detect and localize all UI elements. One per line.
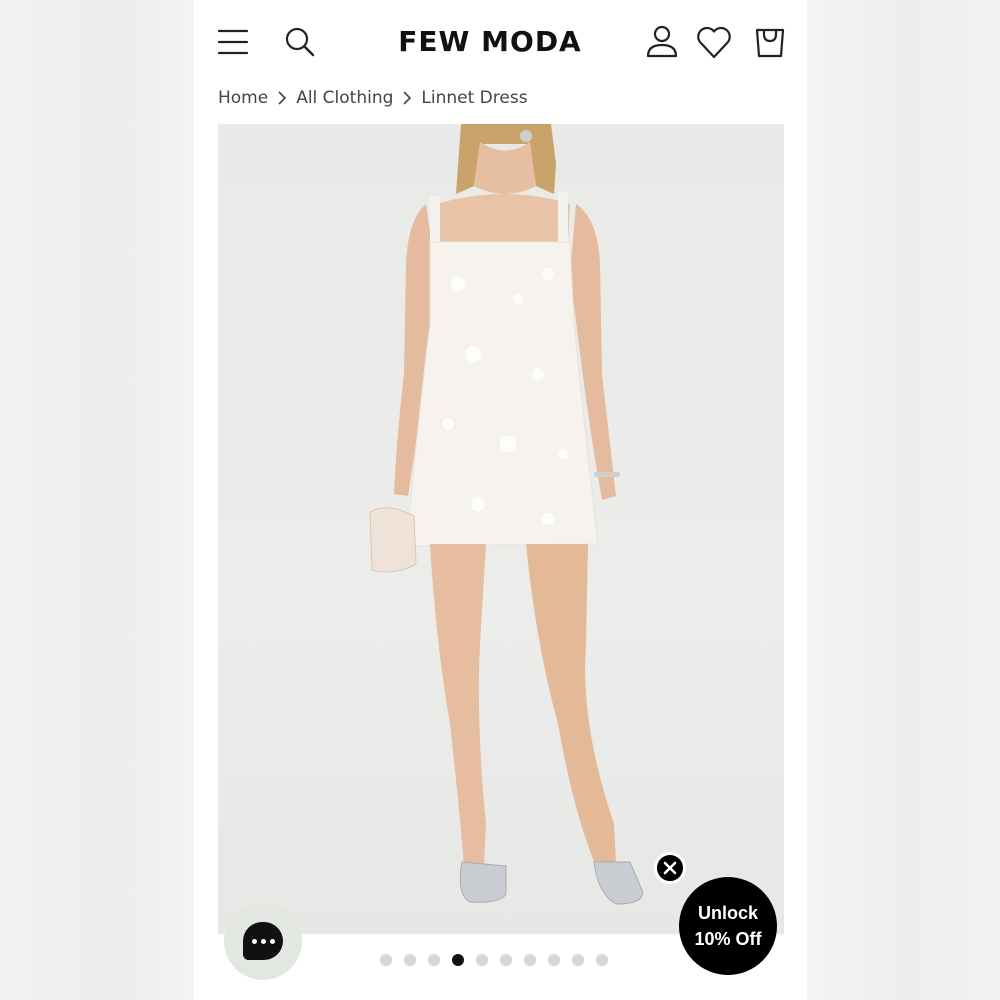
chat-bubble-icon xyxy=(243,922,283,960)
account-button[interactable] xyxy=(642,22,682,62)
product-image-gallery[interactable] xyxy=(218,124,784,934)
right-backdrop xyxy=(807,0,1000,1000)
gallery-pagination xyxy=(380,952,608,968)
gallery-dot[interactable] xyxy=(452,954,464,966)
wishlist-button[interactable] xyxy=(694,22,734,62)
gallery-dot[interactable] xyxy=(524,954,536,966)
wishlist-heart-icon xyxy=(697,26,731,59)
gallery-dot[interactable] xyxy=(596,954,608,966)
gallery-dot[interactable] xyxy=(548,954,560,966)
breadcrumb-all-clothing[interactable]: All Clothing xyxy=(296,88,393,108)
breadcrumb-home[interactable]: Home xyxy=(218,88,268,108)
breadcrumb-current-product[interactable]: Linnet Dress xyxy=(421,88,527,108)
unlock-discount-button[interactable]: Unlock 10% Off xyxy=(679,877,777,975)
gallery-dot[interactable] xyxy=(404,954,416,966)
chevron-right-icon xyxy=(399,90,415,106)
gallery-dot[interactable] xyxy=(572,954,584,966)
gallery-dot[interactable] xyxy=(476,954,488,966)
cart-bag-icon xyxy=(755,28,785,58)
mobile-page: FEW MODA Home All Clothing Linnet Dress … xyxy=(194,0,807,1000)
gallery-dot[interactable] xyxy=(428,954,440,966)
account-icon xyxy=(646,25,678,58)
promo-line-2: 10% Off xyxy=(694,929,762,949)
close-icon xyxy=(663,861,677,875)
search-icon xyxy=(285,27,315,57)
product-photo xyxy=(369,124,643,905)
chevron-right-icon xyxy=(274,90,290,106)
cart-button[interactable] xyxy=(750,22,790,62)
brand-logo[interactable]: FEW MODA xyxy=(344,24,636,60)
breadcrumb: Home All Clothing Linnet Dress xyxy=(218,86,528,110)
menu-button[interactable] xyxy=(214,22,254,62)
search-button[interactable] xyxy=(280,22,320,62)
promo-line-1: Unlock xyxy=(697,903,758,923)
gallery-dot[interactable] xyxy=(380,954,392,966)
chat-launcher-button[interactable] xyxy=(224,902,302,980)
promo-close-button[interactable] xyxy=(654,852,686,884)
menu-icon xyxy=(217,29,249,55)
gallery-dot[interactable] xyxy=(500,954,512,966)
screen: FEW MODA Home All Clothing Linnet Dress … xyxy=(0,0,1000,1000)
left-backdrop xyxy=(0,0,194,1000)
